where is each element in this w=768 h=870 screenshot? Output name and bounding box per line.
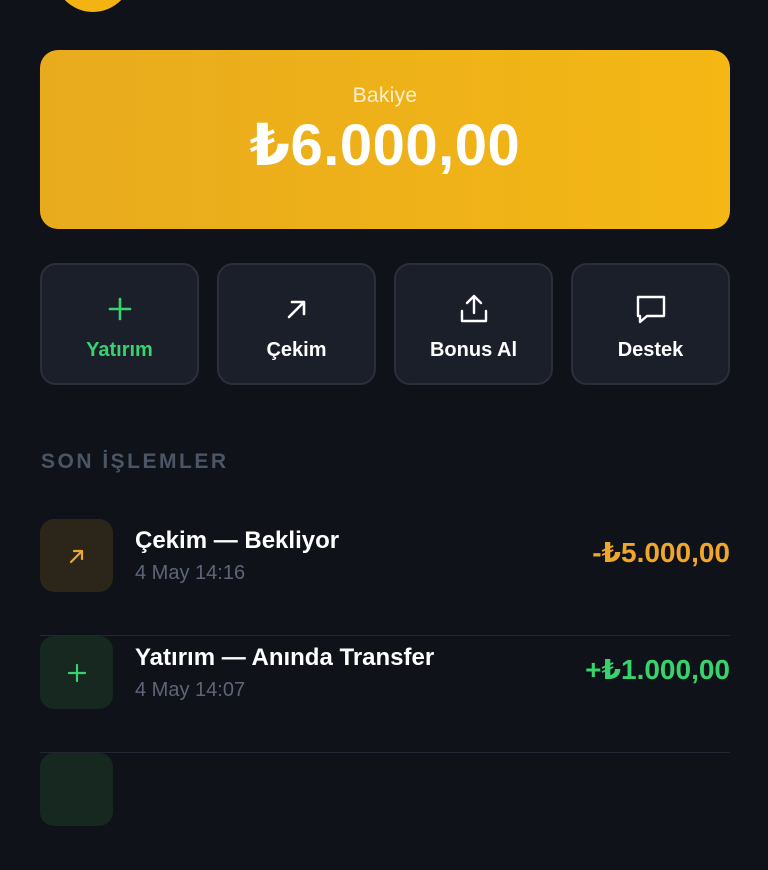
transaction-row-partial[interactable] (40, 753, 730, 870)
balance-label: Bakiye (352, 84, 418, 107)
bonus-button[interactable]: Bonus Al (394, 263, 553, 385)
transaction-row[interactable]: Yatırım — Anında Transfer 4 May 14:07 +₺… (40, 636, 730, 753)
bonus-button-label: Bonus Al (429, 339, 518, 361)
balance-card: Bakiye ₺6.000,00 (40, 50, 730, 229)
withdraw-button-label: Çekim (266, 339, 327, 361)
avatar[interactable] (54, 0, 132, 12)
transaction-amount: +₺1.000,00 (585, 654, 730, 685)
quick-actions: Yatırım Çekim Bonus Al Destek (40, 263, 730, 385)
support-button-label: Destek (617, 339, 684, 361)
balance-amount: ₺6.000,00 (249, 113, 521, 178)
transaction-amount: -₺5.000,00 (592, 537, 730, 568)
transaction-title: Çekim — Bekliyor (135, 527, 340, 554)
transaction-icon-box (40, 753, 113, 826)
plus-icon (108, 297, 131, 321)
transaction-time: 4 May 14:16 (135, 562, 246, 584)
transaction-time: 4 May 14:07 (135, 679, 246, 701)
deposit-button[interactable]: Yatırım (40, 263, 199, 385)
recent-transactions-title: SON İŞLEMLER (41, 450, 229, 473)
chat-bubble-icon (636, 295, 665, 324)
transaction-icon-box (40, 519, 113, 592)
deposit-button-label: Yatırım (86, 339, 153, 361)
plus-icon (67, 663, 86, 682)
withdraw-button[interactable]: Çekim (217, 263, 376, 385)
transaction-icon-box (40, 636, 113, 709)
support-button[interactable]: Destek (571, 263, 730, 385)
transaction-row[interactable]: Çekim — Bekliyor 4 May 14:16 -₺5.000,00 (40, 519, 730, 636)
arrow-up-right-icon (69, 549, 83, 563)
arrow-up-right-icon (287, 300, 305, 319)
transaction-title: Yatırım — Anında Transfer (135, 644, 435, 671)
share-upload-icon (460, 294, 487, 323)
